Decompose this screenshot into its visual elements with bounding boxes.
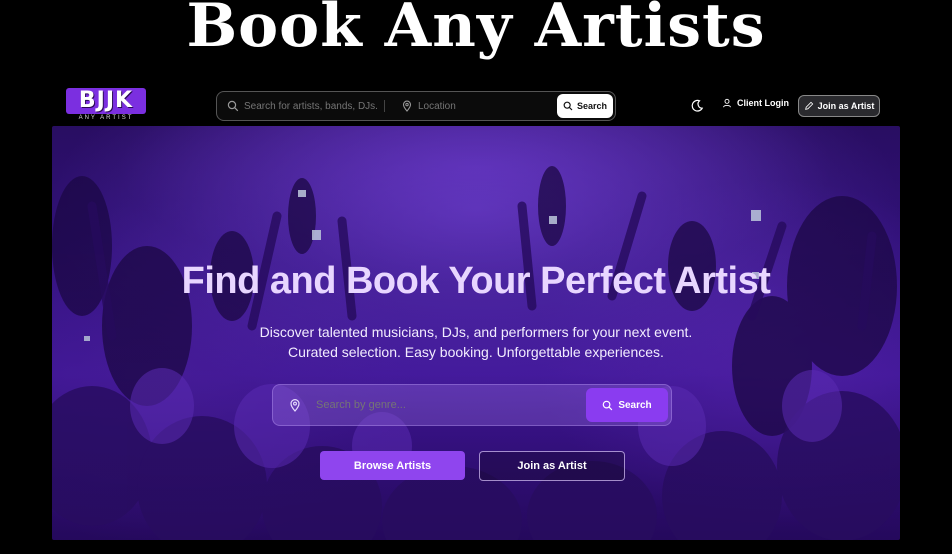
hero-subtitle-line2: Curated selection. Easy booking. Unforge… (288, 344, 664, 360)
hero-search-button-label: Search (618, 399, 652, 411)
join-as-artist-hero-button[interactable]: Join as Artist (479, 451, 625, 481)
search-icon (227, 100, 239, 112)
nav-search-button[interactable]: Search (557, 94, 613, 118)
navbar: BJJK ANY ARTIST Search Client L (52, 86, 900, 126)
client-login-label: Client Login (737, 98, 789, 108)
artist-search-input[interactable] (244, 100, 378, 112)
location-input[interactable] (418, 100, 548, 112)
genre-search-input[interactable] (316, 399, 566, 411)
search-icon (563, 101, 573, 111)
pen-icon (804, 101, 813, 110)
hero-subtitle-line1: Discover talented musicians, DJs, and pe… (259, 324, 693, 340)
browse-artists-button[interactable]: Browse Artists (320, 451, 465, 480)
promo-title: Book Any Artists (186, 0, 766, 61)
logo[interactable]: BJJK ANY ARTIST (66, 88, 148, 122)
hero-search-bar: Search (272, 384, 672, 426)
location-pin-icon (290, 399, 300, 412)
search-divider (384, 100, 385, 112)
moon-icon[interactable] (690, 99, 704, 113)
hero-title: Find and Book Your Perfect Artist (181, 260, 771, 302)
location-pin-icon (402, 100, 412, 112)
logo-wordmark: BJJK (66, 88, 146, 114)
search-icon (603, 400, 613, 410)
hero-search-button[interactable]: Search (586, 388, 668, 422)
nav-search-bar: Search (216, 91, 616, 121)
join-as-artist-nav-button[interactable]: Join as Artist (798, 95, 880, 117)
user-icon (723, 98, 731, 108)
join-as-artist-nav-label: Join as Artist (817, 101, 875, 111)
logo-tagline: ANY ARTIST (78, 115, 134, 121)
client-login-link[interactable]: Client Login (722, 98, 789, 108)
hero-section: Find and Book Your Perfect Artist Discov… (52, 126, 900, 540)
nav-search-button-label: Search (576, 101, 608, 111)
